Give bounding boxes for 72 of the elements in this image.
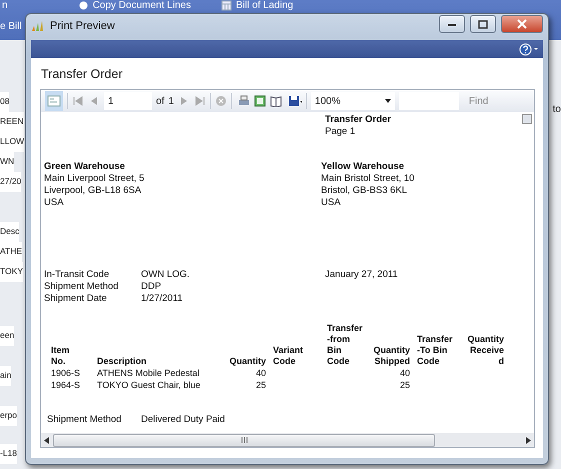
- table-cell-text: 40: [254, 367, 267, 379]
- ribbon-action[interactable]: Copy Document Lines: [78, 0, 191, 11]
- form-field[interactable]: erpo: [0, 406, 18, 426]
- document-map-button[interactable]: [45, 91, 63, 111]
- form-field[interactable]: -L18: [0, 444, 18, 464]
- info-value: OWN LOG.: [141, 269, 191, 281]
- page-count: 1: [168, 96, 174, 106]
- table-cell-text: TOKYO Guest Chair, blue: [96, 379, 202, 391]
- bar-chart-icon: [31, 20, 45, 32]
- find-field[interactable]: [398, 92, 459, 110]
- info-value: 1/27/2011: [141, 293, 184, 305]
- column-header: Variant Code: [272, 345, 304, 367]
- column-header: Description: [96, 356, 148, 367]
- zoom-dropdown[interactable]: 100%: [310, 92, 395, 110]
- column-header: Item No.: [50, 345, 71, 367]
- table-cell-text: 1964-S: [50, 379, 82, 391]
- minimize-button[interactable]: [439, 15, 465, 33]
- form-field[interactable]: REEN: [0, 112, 24, 132]
- scroll-left-icon[interactable]: [44, 436, 49, 444]
- scrollbar-thumb[interactable]: [53, 434, 435, 446]
- book-icon[interactable]: [270, 95, 282, 107]
- address-line: Main Bristol Street, 10: [321, 173, 416, 185]
- form-field[interactable]: Desc: [0, 222, 20, 242]
- warehouse-name: Yellow Warehouse: [321, 161, 406, 173]
- ribbon-action[interactable]: e Bill: [0, 21, 22, 32]
- footer-value: Delivered Duty Paid: [141, 414, 226, 426]
- caret-icon: [384, 99, 391, 103]
- first-page-icon[interactable]: [72, 95, 84, 107]
- info-value: DDP: [141, 281, 162, 293]
- report-title: Transfer Order: [325, 114, 392, 126]
- ribbon-action[interactable]: Bill of Lading: [220, 0, 294, 11]
- form-field[interactable]: LLOW: [0, 132, 24, 152]
- form-field[interactable]: TOKY: [0, 262, 23, 282]
- minimize-icon: [447, 21, 457, 27]
- form-field[interactable]: 27/20: [0, 172, 22, 192]
- info-label: In-Transit Code: [44, 269, 110, 281]
- close-icon: [517, 19, 527, 29]
- info-label: Shipment Method: [44, 281, 120, 293]
- window-title: Print Preview: [50, 20, 116, 32]
- maximize-button[interactable]: [470, 15, 496, 33]
- report-date: January 27, 2011: [325, 269, 399, 281]
- table-cell-text: 40: [398, 367, 411, 379]
- page-label: Page 1: [325, 126, 356, 138]
- page-title: Transfer Order: [41, 67, 124, 81]
- form-field[interactable]: 08: [0, 92, 10, 112]
- footer-label: Shipment Method: [47, 414, 122, 426]
- help-icon[interactable]: [519, 42, 539, 56]
- page-layout-icon[interactable]: [254, 95, 266, 107]
- scroll-right-icon[interactable]: [526, 436, 531, 444]
- table-cell-text: 1906-S: [50, 367, 82, 379]
- column-header: Transfer -from Bin Code: [326, 323, 364, 367]
- table-cell-text: ATHENS Mobile Pedestal: [96, 367, 200, 379]
- last-page-icon[interactable]: [194, 95, 206, 107]
- page-number-field[interactable]: 1: [104, 92, 152, 110]
- form-field[interactable]: ain: [0, 366, 12, 386]
- form-field[interactable]: WN: [0, 152, 14, 172]
- address-line: Bristol, GB-BS3 6KL: [321, 185, 408, 197]
- page-count-label: of: [156, 96, 164, 106]
- info-label: Shipment Date: [44, 293, 108, 305]
- address-line: USA: [321, 197, 342, 209]
- close-button[interactable]: [501, 15, 543, 33]
- table-cell-text: 25: [398, 379, 411, 391]
- ribbon-action[interactable]: n: [2, 0, 8, 11]
- column-header: Quantity Shipped: [372, 345, 411, 367]
- column-header: Transfer -To Bin Code: [416, 334, 454, 367]
- column-header: Quantity: [228, 356, 267, 367]
- column-header: Quantity Receive d: [467, 334, 505, 367]
- field-label: to: [552, 104, 561, 115]
- table-cell-text: 25: [254, 379, 267, 391]
- maximize-icon: [478, 20, 488, 28]
- form-field[interactable]: een: [0, 326, 14, 346]
- form-field[interactable]: ATHE: [0, 242, 22, 262]
